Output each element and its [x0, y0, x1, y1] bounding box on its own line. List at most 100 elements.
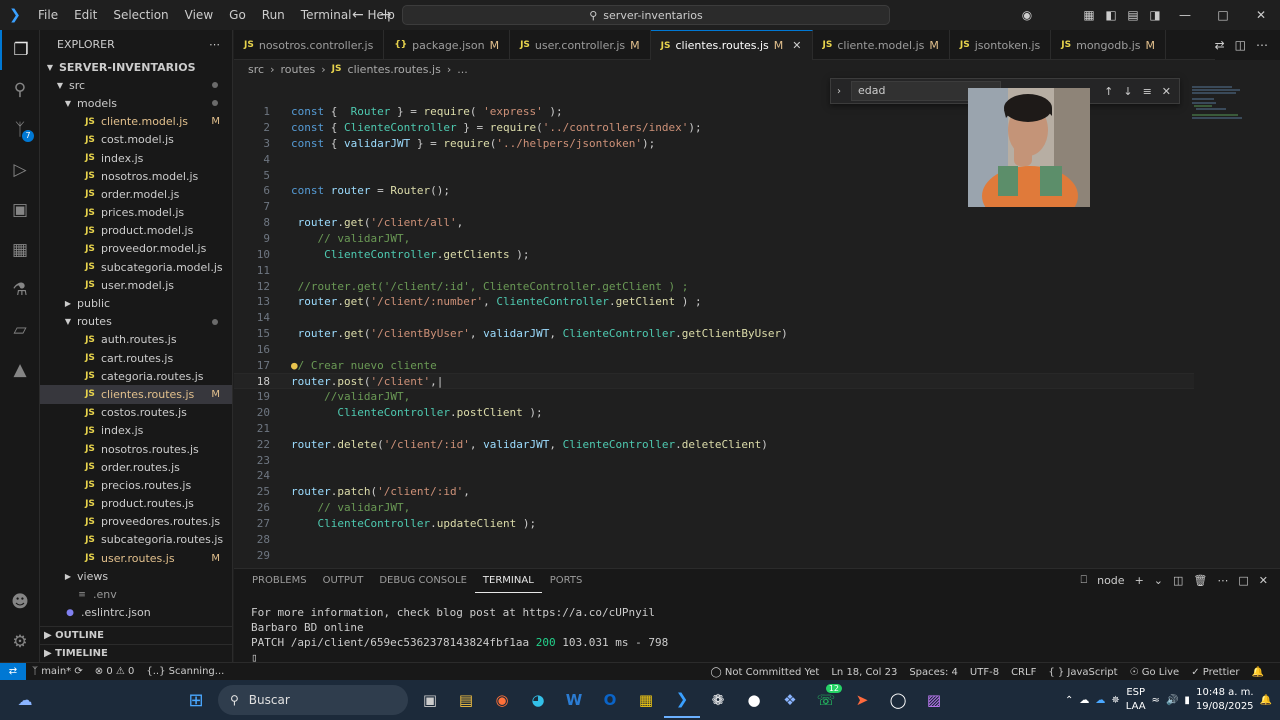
menu-terminal[interactable]: Terminal	[293, 0, 360, 30]
battery-icon[interactable]: ▮	[1184, 695, 1190, 706]
close-icon[interactable]: ✕	[1162, 85, 1171, 98]
game-icon[interactable]: ▨	[916, 682, 952, 718]
file-product-routes-js[interactable]: JS product.routes.js	[40, 495, 232, 513]
obs-icon[interactable]: ◯	[880, 682, 916, 718]
file-env[interactable]: ≡ .env	[40, 585, 232, 603]
extensions-icon[interactable]: ▦	[0, 230, 40, 270]
tab-nosotros-controller-js[interactable]: JS nosotros.controller.js	[234, 30, 385, 60]
notification-icon[interactable]: 🔔	[1260, 695, 1272, 706]
workspace-root[interactable]: ▼ SERVER-INVENTARIOS	[40, 58, 232, 76]
folder-models[interactable]: ▼ models	[40, 94, 232, 112]
file-categoria-routes-js[interactable]: JS categoria.routes.js	[40, 367, 232, 385]
previous-match-icon[interactable]: ↑	[1104, 85, 1113, 98]
file-nosotros-model-js[interactable]: JS nosotros.model.js	[40, 167, 232, 185]
search-icon[interactable]: ⚲	[0, 70, 40, 110]
github-desktop-icon[interactable]: ●	[736, 682, 772, 718]
tab-mongodb-js[interactable]: JS mongodb.js M	[1051, 30, 1166, 60]
run-debug-icon[interactable]: ▷	[0, 150, 40, 190]
file-order-model-js[interactable]: JS order.model.js	[40, 185, 232, 203]
folder-views[interactable]: ▶ views	[40, 567, 232, 585]
file-precios-routes-js[interactable]: JS precios.routes.js	[40, 476, 232, 494]
folder-src[interactable]: ▼ src	[40, 76, 232, 94]
cloud-icon[interactable]: ☁	[1079, 695, 1089, 706]
more-actions-icon[interactable]: ⋯	[209, 38, 220, 51]
edge-icon[interactable]: ◕	[520, 682, 556, 718]
file-product-model-js[interactable]: JS product.model.js	[40, 222, 232, 240]
wifi-icon[interactable]: ≈	[1152, 695, 1160, 706]
tab-jsontoken-js[interactable]: JS jsontoken.js	[950, 30, 1052, 60]
whatsapp-icon[interactable]: ☏ 12	[808, 682, 844, 718]
status-position[interactable]: Ln 18, Col 23	[825, 667, 903, 678]
word-icon[interactable]: W	[556, 682, 592, 718]
status-golive[interactable]: ☉ Go Live	[1124, 667, 1186, 678]
add-terminal-icon[interactable]: +	[1135, 574, 1144, 587]
file-order-routes-js[interactable]: JS order.routes.js	[40, 458, 232, 476]
file-auth-routes-js[interactable]: JS auth.routes.js	[40, 331, 232, 349]
file-cliente-model-js[interactable]: JS cliente.model.js M	[40, 113, 232, 131]
status-prettier[interactable]: ✓ Prettier	[1185, 667, 1245, 678]
windows-start-icon[interactable]: ⊞	[178, 682, 214, 718]
tab-user-controller-js[interactable]: JS user.controller.js M	[510, 30, 651, 60]
file-user-model-js[interactable]: JS user.model.js	[40, 276, 232, 294]
command-center[interactable]: ⚲ server-inventarios	[402, 5, 890, 25]
taskbar-search[interactable]: ⚲ Buscar	[218, 685, 408, 715]
manage-gear-icon[interactable]: ⚙	[0, 622, 40, 662]
trash-icon[interactable]: 🗑	[1193, 574, 1207, 587]
more-actions-icon[interactable]: ⋯	[1256, 38, 1268, 52]
copilot-taskbar-icon[interactable]: ❖	[772, 682, 808, 718]
minimap[interactable]	[1190, 78, 1270, 562]
file-proveedores-routes-js[interactable]: JS proveedores.routes.js	[40, 513, 232, 531]
testing-icon[interactable]: ⚗	[0, 270, 40, 310]
tab-ports[interactable]: PORTS	[542, 569, 591, 593]
customize-layout-icon[interactable]: ▦	[1078, 8, 1100, 22]
accounts-icon[interactable]: ☻	[0, 582, 40, 622]
next-match-icon[interactable]: ↓	[1123, 85, 1132, 98]
toggle-sidebar-icon[interactable]: ◧	[1100, 8, 1122, 22]
status-eol[interactable]: CRLF	[1005, 667, 1042, 678]
menu-go[interactable]: Go	[221, 0, 254, 30]
onedrive-icon[interactable]: ☁	[1095, 695, 1105, 706]
maximize-icon[interactable]: □	[1204, 8, 1242, 22]
status-git-blame[interactable]: ◯ Not Committed Yet	[705, 667, 826, 678]
file-user-routes-js[interactable]: JS user.routes.js M	[40, 549, 232, 567]
widgets-icon[interactable]: ☁	[0, 682, 50, 718]
breadcrumb-file[interactable]: clientes.routes.js	[348, 63, 441, 76]
explorer-icon[interactable]: ❐	[0, 30, 40, 70]
code-editor[interactable]: 1 const { Router } = require( 'express' )…	[234, 78, 1280, 562]
file-eslintrc[interactable]: ● .eslintrc.json	[40, 604, 232, 622]
file-cart-routes-js[interactable]: JS cart.routes.js	[40, 349, 232, 367]
vscode-taskbar-icon[interactable]: ❯	[664, 682, 700, 718]
breadcrumb-src[interactable]: src	[248, 63, 264, 76]
menu-view[interactable]: View	[177, 0, 221, 30]
input-language[interactable]: ESP LAA	[1126, 686, 1146, 714]
file-cost-model-js[interactable]: JS cost.model.js	[40, 131, 232, 149]
folder-routes[interactable]: ▼ routes	[40, 313, 232, 331]
tab-problems[interactable]: PROBLEMS	[244, 569, 315, 593]
docker-icon[interactable]: ▱	[0, 310, 40, 350]
menu-file[interactable]: File	[30, 0, 66, 30]
close-panel-icon[interactable]: ✕	[1259, 574, 1268, 587]
split-terminal-icon[interactable]: ◫	[1173, 574, 1183, 587]
tab-package-json[interactable]: {} package.json M	[384, 30, 511, 60]
remote-indicator-icon[interactable]: ⇄	[0, 662, 26, 681]
folder-public[interactable]: ▶ public	[40, 294, 232, 312]
file-costos-routes-js[interactable]: JS costos.routes.js	[40, 404, 232, 422]
terminal-shell-label[interactable]: node	[1097, 574, 1124, 587]
postman-icon[interactable]: ➤	[844, 682, 880, 718]
outlook-icon[interactable]: O	[592, 682, 628, 718]
breadcrumb-routes[interactable]: routes	[280, 63, 315, 76]
clock[interactable]: 10:48 a. m. 19/08/2025	[1196, 686, 1254, 714]
terminal-output[interactable]: For more information, check blog post at…	[251, 605, 668, 665]
notifications-bell-icon[interactable]: 🔔	[1246, 667, 1270, 678]
toggle-secondary-sidebar-icon[interactable]: ◨	[1144, 8, 1166, 22]
forward-arrow-icon[interactable]: →	[380, 7, 392, 23]
maximize-panel-icon[interactable]: □	[1238, 574, 1248, 587]
close-tab-icon[interactable]: ✕	[792, 39, 801, 52]
file-subcategoria-routes-js[interactable]: JS subcategoria.routes.js	[40, 531, 232, 549]
remote-explorer-icon[interactable]: ▣	[0, 190, 40, 230]
copilot-icon[interactable]: ◉	[1016, 8, 1038, 22]
volume-icon[interactable]: 🔊	[1166, 695, 1178, 706]
file-index-js[interactable]: JS index.js	[40, 149, 232, 167]
chatgpt-icon[interactable]: ❁	[700, 682, 736, 718]
tab-debug-console[interactable]: DEBUG CONSOLE	[371, 569, 475, 593]
